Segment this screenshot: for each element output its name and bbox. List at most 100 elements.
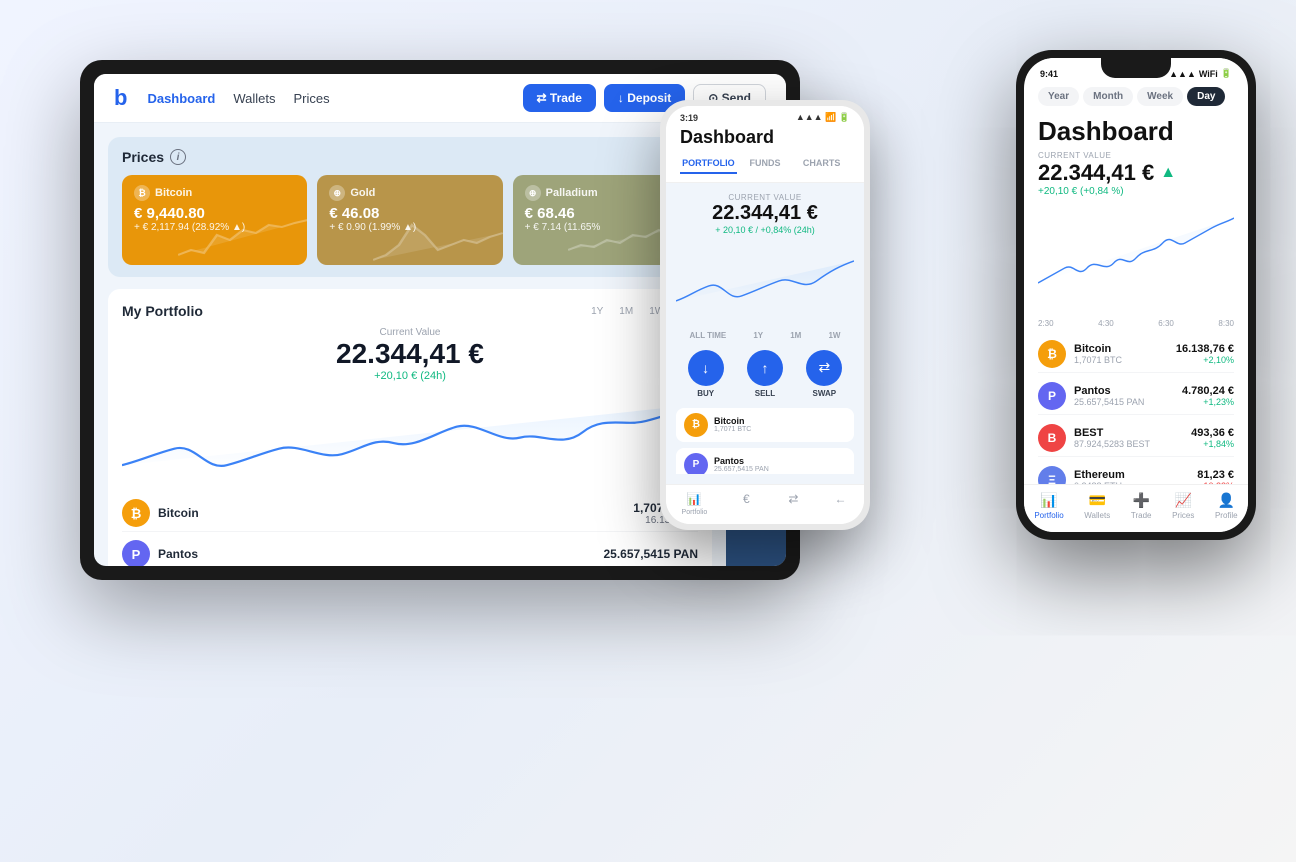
prices-section: Prices i ₿ Bitcoin € 9,440.80 + € 2,117.… — [108, 137, 712, 277]
phone2-status-icons: ▲▲▲ WiFi 🔋 — [1169, 68, 1232, 79]
asset-right-pantos: 25.657,5415 PAN — [603, 547, 698, 561]
phone2-asset-bitcoin[interactable]: ₿ Bitcoin 1,7071 BTC 16.138,76 € +2,10% — [1038, 336, 1234, 373]
phone2-nav-wallets[interactable]: 💳 Wallets — [1084, 491, 1110, 520]
phone2-bitcoin-sub: 1,7071 BTC — [1074, 355, 1168, 365]
phone2-pantos-value: 4.780,24 € — [1182, 385, 1234, 397]
buy-button[interactable]: ↓ — [688, 350, 724, 386]
swap-nav-icon: ⇄ — [785, 491, 801, 507]
phone2-pantos-change: +1,23% — [1182, 397, 1234, 407]
tablet-nav-prices[interactable]: Prices — [294, 91, 330, 106]
phone1-pantos-name: Pantos — [714, 456, 846, 466]
gold-price-card[interactable]: ⊕ Gold € 46.08 + € 0.90 (1.99% ▲) — [317, 175, 502, 265]
sell-button[interactable]: ↑ — [747, 350, 783, 386]
filter-1m[interactable]: 1M — [614, 304, 638, 319]
phone2-filter-year[interactable]: Year — [1038, 87, 1079, 106]
phone1-value: 22.344,41 € — [676, 202, 854, 225]
phone1-status-bar: 3:19 ▲▲▲ 📶 🔋 — [666, 106, 864, 123]
palladium-icon: ⊕ — [525, 185, 541, 201]
bitcoin-price-change: + € 2,117.94 (28.92% ▲) — [134, 222, 295, 233]
info-icon[interactable]: i — [170, 149, 186, 165]
phone1-filter-1w[interactable]: 1W — [824, 329, 844, 342]
phone1-nav-portfolio[interactable]: 📊 Portfolio — [682, 491, 708, 516]
euro-nav-icon: € — [738, 491, 754, 507]
portfolio-chart — [122, 388, 698, 487]
phone1-tab-portfolio[interactable]: PORTFOLIO — [680, 154, 737, 174]
filter-1y[interactable]: 1Y — [586, 304, 608, 319]
bitcoin-price-value: € 9,440.80 — [134, 205, 295, 222]
price-cards: ₿ Bitcoin € 9,440.80 + € 2,117.94 (28.92… — [122, 175, 698, 265]
portfolio-chart-area — [122, 388, 698, 487]
phone2-nav-prices[interactable]: 📈 Prices — [1172, 491, 1194, 520]
portfolio-value-label: Current Value — [122, 327, 698, 338]
phone2-nav-profile[interactable]: 👤 Profile — [1215, 491, 1238, 520]
phone2-best-info: BEST 87.924,5283 BEST — [1074, 427, 1183, 449]
phone1-time: 3:19 — [680, 113, 698, 123]
phone1-chart — [676, 241, 854, 321]
bitcoin-asset-icon: ₿ — [122, 499, 150, 527]
tablet-nav-wallets[interactable]: Wallets — [233, 91, 275, 106]
phone1-asset-pantos[interactable]: P Pantos 25.657,5415 PAN — [676, 448, 854, 474]
phone2-nav-portfolio[interactable]: 📊 Portfolio — [1034, 491, 1063, 520]
phone1-filter-1y[interactable]: 1Y — [749, 329, 767, 342]
phone1-asset-bitcoin[interactable]: ₿ Bitcoin 1,7071 BTC — [676, 408, 854, 442]
phone2-best-right: 493,36 € +1,84% — [1191, 427, 1234, 449]
phone1-filter-alltime[interactable]: ALL TIME — [686, 329, 731, 342]
tablet-main: Prices i ₿ Bitcoin € 9,440.80 + € 2,117.… — [94, 123, 726, 566]
portfolio-change: +20,10 € (24h) — [122, 370, 698, 382]
chart-label-1: 2:30 — [1038, 319, 1054, 328]
pantos-asset-name: Pantos — [158, 547, 198, 561]
swap-button[interactable]: ⇄ — [806, 350, 842, 386]
phone1-action-swap: ⇄ SWAP — [806, 350, 842, 398]
phone1-tab-funds[interactable]: FUNDS — [737, 154, 794, 174]
phone2-ethereum-info: Ethereum 0.2488 ETH — [1074, 469, 1189, 484]
phone2-best-name: BEST — [1074, 427, 1183, 439]
phone1-tabs: PORTFOLIO FUNDS CHARTS — [680, 154, 850, 174]
phone2-device: 9:41 ▲▲▲ WiFi 🔋 Year Month Week Day Dash… — [1016, 50, 1256, 540]
phone2-filter-week[interactable]: Week — [1137, 87, 1183, 106]
phone2-notch — [1101, 58, 1171, 78]
phone2-bottom-nav: 📊 Portfolio 💳 Wallets ➕ Trade 📈 Prices 👤… — [1024, 484, 1248, 532]
portfolio-nav-icon: 📊 — [686, 491, 702, 507]
phone1-status-icons: ▲▲▲ 📶 🔋 — [796, 112, 850, 123]
phone2-bitcoin-name: Bitcoin — [1074, 343, 1168, 355]
phone2-bitcoin-value: 16.138,76 € — [1176, 343, 1234, 355]
phone2-arrow-icon: ▲ — [1160, 164, 1176, 182]
buy-label: BUY — [697, 389, 714, 398]
phone1-nav-back[interactable]: ← — [832, 491, 848, 516]
phone2-pantos-info: Pantos 25.657,5415 PAN — [1074, 385, 1174, 407]
portfolio-value: 22.344,41 € — [122, 338, 698, 370]
phone2-best-change: +1,84% — [1191, 439, 1234, 449]
phone1-value-label: CURRENT VALUE — [676, 193, 854, 202]
gold-icon: ⊕ — [329, 185, 345, 201]
phone2-wallets-icon: 💳 — [1088, 491, 1106, 509]
phone2-best-icon: B — [1038, 424, 1066, 452]
phone1-nav-swap[interactable]: ⇄ — [785, 491, 801, 516]
tablet-nav-dashboard[interactable]: Dashboard — [147, 91, 215, 106]
chart-label-4: 8:30 — [1218, 319, 1234, 328]
phone1-change: + 20,10 € / +0,84% (24h) — [676, 225, 854, 235]
trade-button[interactable]: ⇄ Trade — [523, 84, 596, 112]
phone2-pantos-sub: 25.657,5415 PAN — [1074, 397, 1174, 407]
phone2-filter-month[interactable]: Month — [1083, 87, 1133, 106]
bitcoin-price-card[interactable]: ₿ Bitcoin € 9,440.80 + € 2,117.94 (28.92… — [122, 175, 307, 265]
phone2-pantos-icon: P — [1038, 382, 1066, 410]
phone1-tab-charts[interactable]: CHARTS — [793, 154, 850, 174]
tablet-logo: b — [114, 85, 127, 111]
phone2-asset-pantos[interactable]: P Pantos 25.657,5415 PAN 4.780,24 € +1,2… — [1038, 378, 1234, 415]
phone2-asset-ethereum[interactable]: Ξ Ethereum 0.2488 ETH 81,23 € -10,22% — [1038, 462, 1234, 484]
phone2-nav-trade[interactable]: ➕ Trade — [1131, 491, 1152, 520]
phone1-filter-1m[interactable]: 1M — [786, 329, 805, 342]
phone1-nav-euro[interactable]: € — [738, 491, 754, 516]
phone2-change: +20,10 € (+0,84 %) — [1038, 186, 1234, 197]
gold-card-name: ⊕ Gold — [329, 185, 490, 201]
asset-row-bitcoin[interactable]: ₿ Bitcoin 1,7071 BTC 16.138,76 € — [122, 495, 698, 532]
phone2-best-sub: 87.924,5283 BEST — [1074, 439, 1183, 449]
phone2-bitcoin-icon: ₿ — [1038, 340, 1066, 368]
phone1-actions: ↓ BUY ↑ SELL ⇄ SWAP — [676, 350, 854, 398]
phone2-asset-best[interactable]: B BEST 87.924,5283 BEST 493,36 € +1,84% — [1038, 420, 1234, 457]
phone1-chart-area — [676, 241, 854, 321]
chart-label-2: 4:30 — [1098, 319, 1114, 328]
phone1-pantos-icon: P — [684, 453, 708, 474]
phone2-filter-day[interactable]: Day — [1187, 87, 1225, 106]
asset-row-pantos[interactable]: P Pantos 25.657,5415 PAN — [122, 536, 698, 566]
